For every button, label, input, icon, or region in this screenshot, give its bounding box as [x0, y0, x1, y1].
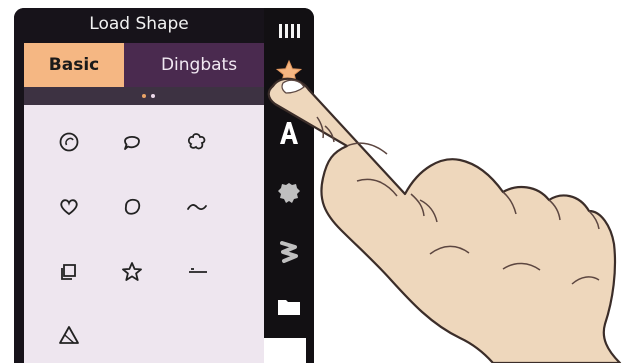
panel-title: Load Shape: [89, 14, 189, 34]
page-dot-2[interactable]: [151, 94, 155, 98]
page-dot-1[interactable]: [142, 94, 146, 98]
folder-icon[interactable]: [272, 290, 306, 324]
zigzag-icon[interactable]: [272, 234, 306, 268]
wave-icon[interactable]: [181, 191, 213, 223]
load-shape-panel: Load Shape Basic Dingbats: [14, 8, 264, 363]
menu-bars-icon[interactable]: [272, 15, 306, 49]
stage: Load Shape Basic Dingbats: [0, 0, 642, 363]
app-window: Load Shape Basic Dingbats: [14, 8, 314, 363]
side-toolbar: [264, 8, 314, 363]
triangle-icon[interactable]: [53, 319, 85, 351]
page-indicator-bar: [24, 87, 264, 105]
text-a-icon[interactable]: [272, 116, 306, 150]
toolbar-bottom-panel: [264, 338, 306, 363]
tab-basic[interactable]: Basic: [24, 43, 124, 87]
flower-outline-icon[interactable]: [181, 126, 213, 158]
heart-icon[interactable]: [53, 191, 85, 223]
tab-dingbats[interactable]: Dingbats: [134, 51, 264, 79]
circle-swirl-icon[interactable]: [53, 126, 85, 158]
settings-gear-icon[interactable]: [272, 176, 306, 210]
square-fold-icon[interactable]: [53, 256, 85, 288]
shape-category-tabs: Basic Dingbats: [24, 43, 264, 87]
blob-circle-icon[interactable]: [116, 191, 148, 223]
shape-star-icon[interactable]: [272, 56, 306, 90]
dash-lines-icon[interactable]: [181, 256, 213, 288]
star-icon[interactable]: [116, 256, 148, 288]
speech-bubble-icon[interactable]: [116, 126, 148, 158]
shape-grid: [24, 105, 264, 363]
